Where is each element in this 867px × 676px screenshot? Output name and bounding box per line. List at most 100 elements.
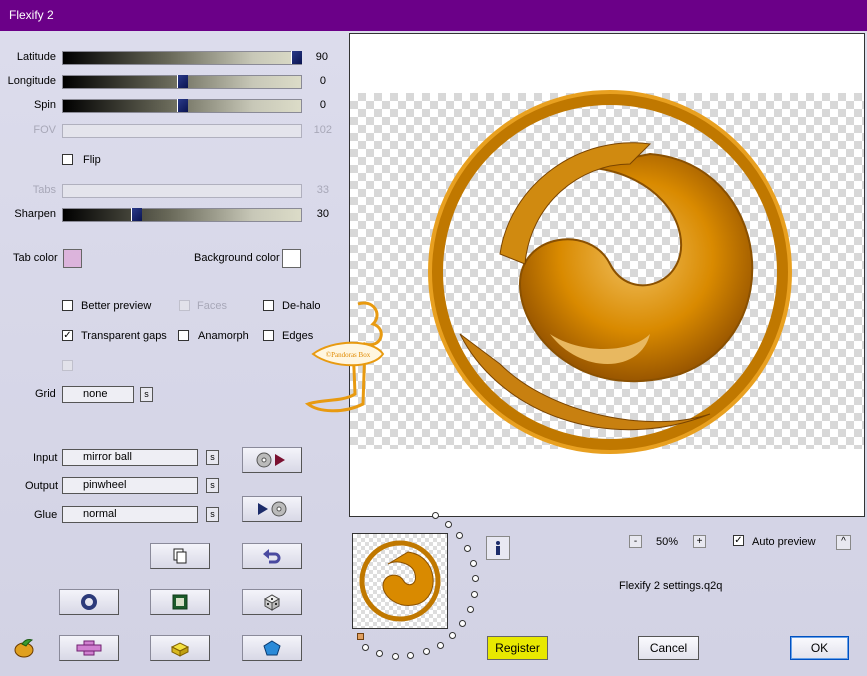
navigator-thumbnail[interactable] [352, 533, 448, 629]
grid-label: Grid [35, 388, 56, 400]
dial-dot[interactable] [362, 644, 369, 651]
background-color-label: Background color [194, 252, 280, 264]
dial-dot[interactable] [470, 560, 477, 567]
fov-slider [62, 124, 302, 138]
dial-dot[interactable] [437, 642, 444, 649]
anamorph-label: Anamorph [198, 330, 249, 342]
output-label: Output [25, 480, 59, 492]
cross-icon [76, 640, 102, 656]
glue-s-button[interactable]: s [206, 507, 219, 522]
transparent-gaps-label: Transparent gaps [81, 330, 167, 342]
copy-button[interactable] [150, 543, 210, 569]
tabs-value: 33 [316, 184, 329, 196]
longitude-label: Longitude [7, 75, 56, 87]
edges-checkbox[interactable] [263, 330, 274, 341]
anamorph-checkbox[interactable] [178, 330, 189, 341]
latitude-slider[interactable] [62, 51, 302, 65]
fov-label: FOV [33, 124, 56, 136]
dice-icon [263, 594, 281, 611]
cancel-button[interactable]: Cancel [638, 636, 699, 660]
output-s-button[interactable]: s [206, 478, 219, 493]
copy-icon [173, 548, 187, 564]
latitude-value: 90 [315, 51, 328, 63]
cross-button[interactable] [59, 635, 119, 661]
tab-color-label: Tab color [13, 252, 58, 264]
ok-button[interactable]: OK [790, 636, 849, 660]
de-halo-checkbox[interactable] [263, 300, 274, 311]
flip-label: Flip [83, 154, 101, 166]
auto-preview-checkbox[interactable]: ✓ [733, 535, 744, 546]
better-preview-label: Better preview [81, 300, 152, 312]
title-bar: Flexify 2 [0, 0, 867, 31]
frame-button[interactable] [150, 589, 210, 615]
collapse-button[interactable]: ^ [836, 535, 851, 550]
undo-button[interactable] [242, 543, 302, 569]
dial-dot[interactable] [471, 591, 478, 598]
dial-dot[interactable] [467, 606, 474, 613]
better-preview-checkbox[interactable] [62, 300, 73, 311]
sharpen-value: 30 [316, 208, 329, 220]
brick-icon [170, 642, 190, 657]
output-select[interactable]: pinwheel [62, 477, 198, 494]
spin-thumb[interactable] [177, 99, 188, 112]
input-s-button[interactable]: s [206, 450, 219, 465]
faces-label: Faces [197, 300, 227, 312]
frame-icon [172, 594, 188, 610]
play-disc-icon [258, 501, 287, 517]
sharpen-thumb[interactable] [131, 208, 142, 221]
circle-button[interactable] [59, 589, 119, 615]
tabs-slider [62, 184, 302, 198]
dial-dot[interactable] [445, 521, 452, 528]
settings-filename: Flexify 2 settings.q2q [619, 580, 723, 592]
longitude-slider[interactable] [62, 75, 302, 89]
dial-dot[interactable] [376, 650, 383, 657]
auto-preview-label: Auto preview [752, 536, 816, 548]
undo-icon [263, 549, 281, 564]
gem-button[interactable] [242, 635, 302, 661]
load-preset-button[interactable] [242, 447, 302, 473]
spin-slider[interactable] [62, 99, 302, 113]
spin-label: Spin [33, 99, 56, 111]
spin-value: 0 [319, 99, 326, 111]
brick-button[interactable] [150, 635, 210, 661]
dial-dot[interactable] [449, 632, 456, 639]
dial-dot[interactable] [472, 575, 479, 582]
dial-dot[interactable] [456, 532, 463, 539]
zoom-in-button[interactable]: + [693, 535, 706, 548]
dial-dot[interactable] [392, 653, 399, 660]
fov-value: 102 [313, 124, 332, 136]
grid-select[interactable]: none [62, 386, 134, 403]
sharpen-label: Sharpen [14, 208, 56, 220]
random-button[interactable] [242, 589, 302, 615]
info-button[interactable] [486, 536, 510, 560]
logo-icon [14, 639, 34, 658]
background-color-swatch[interactable] [282, 249, 301, 268]
tab-color-swatch[interactable] [63, 249, 82, 268]
transparent-gaps-checkbox[interactable]: ✓ [62, 330, 73, 341]
dial-dot[interactable] [464, 545, 471, 552]
preview-canvas[interactable] [349, 33, 865, 517]
zoom-level: 50% [656, 536, 679, 548]
disc-play-icon [256, 452, 285, 468]
dial-marker[interactable] [357, 633, 364, 640]
dial-dot[interactable] [423, 648, 430, 655]
glue-select[interactable]: normal [62, 506, 198, 523]
watermark-text: ©Pandoras Box [326, 351, 371, 359]
input-select[interactable]: mirror ball [62, 449, 198, 466]
latitude-label: Latitude [16, 51, 56, 63]
longitude-value: 0 [319, 75, 326, 87]
register-button[interactable]: Register [487, 636, 548, 660]
window-title: Flexify 2 [9, 8, 54, 22]
dial-dot[interactable] [407, 652, 414, 659]
input-label: Input [33, 452, 58, 464]
save-preset-button[interactable] [242, 496, 302, 522]
grid-s-button[interactable]: s [140, 387, 153, 402]
sharpen-slider[interactable] [62, 208, 302, 222]
dial-dot[interactable] [432, 512, 439, 519]
zoom-out-button[interactable]: - [629, 535, 642, 548]
tabs-label: Tabs [32, 184, 56, 196]
dial-dot[interactable] [459, 620, 466, 627]
preview-pinwheel-image [428, 90, 792, 454]
flip-checkbox[interactable] [62, 154, 73, 165]
longitude-thumb[interactable] [177, 75, 188, 88]
